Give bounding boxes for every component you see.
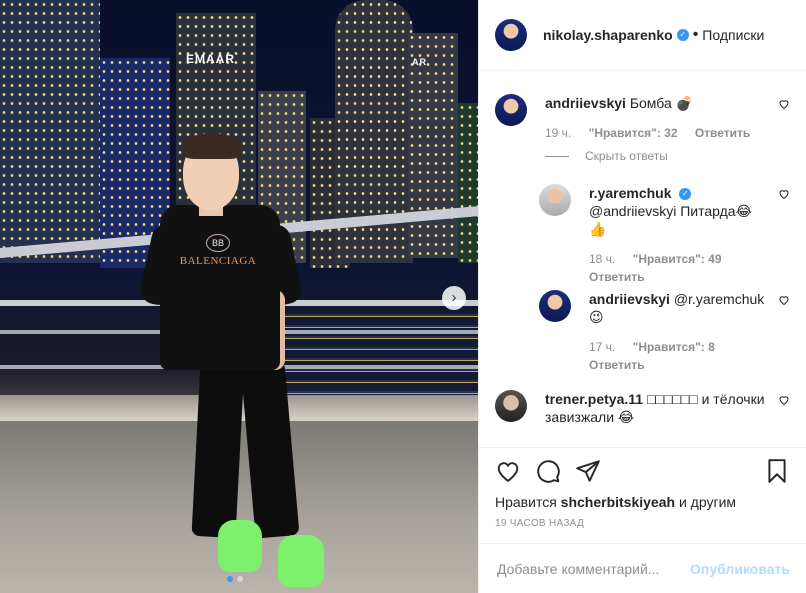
- comment-text: Бомба 💣: [629, 95, 694, 111]
- comment-icon[interactable]: [535, 458, 561, 484]
- reply-button[interactable]: Ответить: [589, 270, 644, 284]
- comment-body: r.yaremchuk ✓ @andriievskyi Питарда😂👍 18…: [589, 184, 790, 286]
- chevron-right-icon: ›: [451, 289, 457, 306]
- building: [458, 103, 478, 263]
- publish-button[interactable]: Опубликовать: [690, 561, 790, 577]
- post-photo[interactable]: EMAAR AR BB BALENCIAGA ›: [0, 0, 478, 593]
- post-timestamp[interactable]: 19 ЧАСОВ НАЗАД: [479, 510, 806, 529]
- comment-meta: 17 ч. "Нравится": 8 Ответить: [589, 338, 766, 374]
- comment-username[interactable]: andriievskyi: [589, 291, 670, 307]
- comment-time[interactable]: 19 ч.: [545, 126, 571, 140]
- likes-prefix: Нравится: [495, 494, 557, 510]
- post-header: nikolay.shaparenko ✓ • Подписки: [479, 0, 806, 71]
- post-side-panel: nikolay.shaparenko ✓ • Подписки andriiev…: [478, 0, 806, 593]
- reply-item: andriievskyi @r.yaremchuk 😉 17 ч. "Нрави…: [539, 290, 790, 374]
- comment-body: andriievskyi @r.yaremchuk 😉 17 ч. "Нрави…: [589, 290, 790, 374]
- heart-icon[interactable]: [495, 458, 521, 484]
- comment-likes[interactable]: "Нравится": 32: [589, 126, 678, 140]
- building-sign: AR: [412, 57, 427, 67]
- post-actions: Нравится shcherbitskiyeah и другим 19 ЧА…: [479, 447, 806, 529]
- comment-likes[interactable]: "Нравится": 49: [633, 252, 722, 266]
- comment-text: @andriievskyi Питарда😂👍: [589, 203, 752, 237]
- hide-replies-label: Скрыть ответы: [585, 149, 668, 163]
- reply-item: r.yaremchuk ✓ @andriievskyi Питарда😂👍 18…: [539, 184, 790, 286]
- building-sign: EMAAR: [186, 52, 235, 66]
- comment-body: trener.petya.11 □□□□□□ и тёлочки завизжа…: [545, 390, 790, 426]
- comment-time[interactable]: 17 ч.: [589, 340, 615, 354]
- verified-icon: ✓: [676, 29, 689, 41]
- divider-line: [545, 155, 569, 157]
- likes-summary: Нравится shcherbitskiyeah и другим: [479, 484, 806, 510]
- comment-username[interactable]: andriievskyi: [545, 95, 626, 111]
- comment-input[interactable]: [495, 559, 691, 578]
- comments-list[interactable]: andriievskyi Бомба 💣 19 ч. "Нравится": 3…: [479, 72, 806, 447]
- person-leg: [191, 360, 245, 539]
- author-avatar[interactable]: [495, 19, 527, 51]
- comment-time[interactable]: 18 ч.: [589, 252, 615, 266]
- building: [0, 0, 100, 263]
- author-username[interactable]: nikolay.shaparenko: [543, 27, 673, 43]
- likes-user[interactable]: shcherbitskiyeah: [561, 494, 675, 510]
- commenter-avatar[interactable]: [539, 290, 571, 322]
- instagram-post-view: EMAAR AR BB BALENCIAGA › nikolay.shapare…: [0, 0, 806, 593]
- person-hair: [183, 133, 241, 159]
- hide-replies-button[interactable]: Скрыть ответы: [545, 149, 668, 163]
- comment-username[interactable]: trener.petya.11: [545, 391, 643, 407]
- commenter-avatar[interactable]: [495, 390, 527, 422]
- action-icons: [479, 448, 806, 484]
- commenter-avatar[interactable]: [495, 94, 527, 126]
- separator-dot: •: [692, 26, 699, 43]
- commenter-avatar[interactable]: [539, 184, 571, 216]
- add-comment-bar: Опубликовать: [479, 543, 806, 593]
- person-sneaker: [278, 535, 324, 587]
- heart-icon[interactable]: [778, 294, 790, 306]
- shirt-logo: BB: [206, 234, 230, 252]
- carousel-dot-active: [227, 576, 233, 582]
- likes-suffix[interactable]: и другим: [679, 494, 736, 510]
- bookmark-icon[interactable]: [764, 458, 790, 484]
- person-sneaker: [218, 520, 262, 572]
- heart-icon[interactable]: [778, 98, 790, 110]
- following-button[interactable]: Подписки: [702, 27, 764, 43]
- heart-icon[interactable]: [778, 188, 790, 200]
- comment-meta: 19 ч. "Нравится": 32 Ответить: [545, 124, 766, 142]
- heart-icon[interactable]: [778, 394, 790, 406]
- comment-item: trener.petya.11 □□□□□□ и тёлочки завизжа…: [495, 390, 790, 426]
- shirt-brand: BALENCIAGA: [179, 255, 257, 267]
- reply-button[interactable]: Ответить: [589, 358, 644, 372]
- comment-meta: 18 ч. "Нравится": 49 Ответить: [589, 250, 766, 286]
- share-icon[interactable]: [575, 458, 601, 484]
- comment-body: andriievskyi Бомба 💣 19 ч. "Нравится": 3…: [545, 94, 790, 142]
- reply-button[interactable]: Ответить: [695, 126, 750, 140]
- carousel-next-button[interactable]: ›: [442, 286, 466, 310]
- comment-likes[interactable]: "Нравится": 8: [633, 340, 715, 354]
- carousel-dot: [237, 576, 243, 582]
- person-tshirt: [160, 205, 280, 370]
- comment-username[interactable]: r.yaremchuk: [589, 185, 672, 201]
- carousel-indicator: [227, 576, 243, 582]
- verified-icon: ✓: [679, 188, 692, 201]
- comment-item: andriievskyi Бомба 💣 19 ч. "Нравится": 3…: [495, 94, 790, 142]
